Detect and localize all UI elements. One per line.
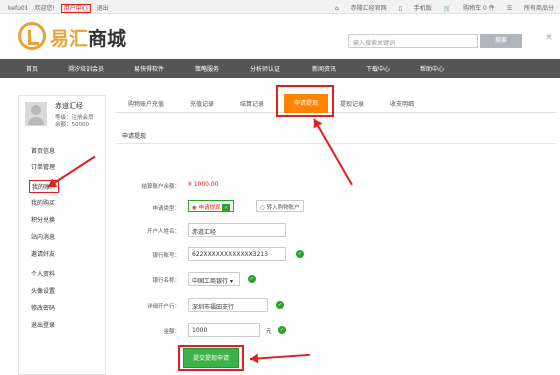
chevron-down-icon: ▾ [229, 278, 233, 285]
type-label: 申请类型： [152, 206, 180, 212]
tab-bar: 购物账户充值 充值记录 结算记录 申请提现 提现记录 收支明细 [116, 94, 556, 113]
nav-item[interactable]: 易快得软件 [134, 64, 164, 73]
close-icon[interactable]: 关 [546, 32, 552, 41]
check-icon: ✓ [278, 326, 286, 334]
sidebar-item-points[interactable]: 积分兑换 [31, 215, 55, 224]
logo-mark-icon [18, 22, 46, 50]
site-link[interactable]: ⌂ 赤隨汇经官网 [335, 5, 387, 12]
nav-item[interactable]: 策略服务 [195, 64, 219, 73]
annotation-box-submit [178, 345, 244, 371]
username: kefu01 [8, 5, 29, 12]
logo-text-1: 易汇 [50, 28, 89, 50]
bank-label: 银行名称： [152, 278, 180, 284]
tab-recharge[interactable]: 购物账户充值 [128, 99, 164, 108]
main-panel: 购物账户充值 充值记录 结算记录 申请提现 提现记录 收支明细 申请提现 [116, 94, 556, 375]
tab-income-expense[interactable]: 收支明细 [390, 99, 414, 108]
top-bar-left: kefu01 欢迎您! 用户中心 退出 [8, 3, 113, 13]
welcome-text: 欢迎您! [34, 5, 55, 12]
user-center-link[interactable]: 用户中心 [60, 4, 91, 13]
categories-link[interactable]: ☰ 所有商品分 [507, 5, 554, 12]
sidebar-item-purchases[interactable]: 我的购买 [31, 198, 55, 207]
nav-item[interactable]: 帮助中心 [420, 64, 444, 73]
type-option-transfer-label: 转入购物账户 [266, 205, 300, 211]
amount-field[interactable]: 1000 [188, 323, 260, 337]
branch-label: 详细开户行： [146, 304, 180, 310]
site-link-label: 赤隨汇经官网 [350, 5, 387, 12]
cart-link[interactable]: 🛒 购物车 0 件 [444, 5, 495, 12]
branch-field[interactable]: 深圳市福田支行 [188, 298, 268, 312]
cart-label: 购物车 0 件 [463, 5, 495, 12]
bank-select-value: 中国工商银行 [192, 278, 229, 285]
site-header: 易汇商城 输入搜索关键词 搜索 关 [0, 14, 560, 58]
sidebar-item-messages[interactable]: 站内消息 [31, 232, 55, 241]
logout-link[interactable]: 退出 [97, 5, 109, 12]
account-name: 赤道汇经 [55, 102, 83, 110]
amount-unit: 元 [266, 329, 272, 335]
tab-settlement-records[interactable]: 结算记录 [240, 99, 264, 108]
check-icon: ✓ [248, 275, 256, 283]
balance-label: 结算账户余额： [141, 184, 180, 190]
sidebar-item-profile[interactable]: 个人资料 [31, 269, 55, 278]
holder-label: 开户人姓名： [146, 229, 180, 235]
categories-label: 所有商品分 [523, 5, 554, 12]
holder-field[interactable]: 赤道汇经 [188, 223, 286, 237]
type-option-withdraw-label: 申请提现 [198, 205, 221, 211]
search-button[interactable]: 搜索 [480, 34, 522, 48]
sidebar-item-password[interactable]: 修改密码 [31, 303, 55, 312]
divider [116, 143, 556, 144]
nav-item[interactable]: 首页 [26, 64, 38, 73]
account-number-label: 银行账号： [152, 253, 180, 259]
nav-item[interactable]: 下载中心 [366, 64, 390, 73]
type-option-transfer[interactable]: ○ 转入购物账户 [256, 200, 304, 212]
type-option-withdraw[interactable]: ◉ 申请提现 ✓ [188, 200, 235, 212]
account-balance: 余额：50000 [55, 122, 89, 128]
sidebar-item-orders[interactable]: 订单管理 [31, 162, 55, 171]
avatar [25, 102, 47, 126]
section-title: 申请提现 [122, 133, 147, 140]
bank-select[interactable]: 中国工商银行 ▾ [188, 272, 240, 286]
sidebar-item-avatar[interactable]: 头像设置 [31, 286, 55, 295]
mobile-link[interactable]: ▯ 手机版 [399, 5, 432, 12]
tab-withdraw-records[interactable]: 提现记录 [340, 99, 364, 108]
sidebar-item-logout[interactable]: 退出登录 [31, 320, 55, 329]
account-number-field[interactable]: 622XXXXXXXXXXXX3213 [188, 247, 286, 261]
annotation-box-tab [276, 85, 334, 117]
top-bar: kefu01 欢迎您! 用户中心 退出 ⌂ 赤隨汇经官网 ▯ 手机版 🛒 购物车… [0, 0, 560, 14]
checkmark-icon: ✓ [222, 204, 231, 212]
sidebar-item-invite[interactable]: 邀请好友 [31, 249, 55, 258]
nav-item[interactable]: 溯汐培训会员 [68, 64, 104, 73]
account-sidebar: 赤道汇经 等级：注册会员 余额：50000 首页信息 订单管理 我的账户 我的购… [18, 95, 106, 375]
logo-text-2: 商城 [88, 28, 127, 50]
logo-text: 易汇商城 [50, 24, 126, 51]
sidebar-item-home[interactable]: 首页信息 [31, 146, 55, 155]
tab-recharge-records[interactable]: 充值记录 [190, 99, 214, 108]
check-icon: ✓ [296, 250, 304, 258]
main-nav: 首页 溯汐培训会员 易快得软件 策略服务 分析师认证 新闻资讯 下载中心 帮助中… [0, 59, 560, 78]
search-input[interactable]: 输入搜索关键词 [348, 34, 478, 48]
nav-item[interactable]: 分析师认证 [250, 64, 280, 73]
mobile-link-label: 手机版 [413, 5, 432, 12]
nav-item[interactable]: 新闻资讯 [312, 64, 336, 73]
check-icon: ✓ [276, 301, 284, 309]
balance-value: ¥ 1000.00 [188, 181, 219, 188]
top-bar-right: ⌂ 赤隨汇经官网 ▯ 手机版 🛒 购物车 0 件 ☰ 所有商品分 [325, 3, 554, 12]
amount-label: 金额： [163, 329, 180, 335]
site-logo[interactable]: 易汇商城 [18, 22, 148, 52]
